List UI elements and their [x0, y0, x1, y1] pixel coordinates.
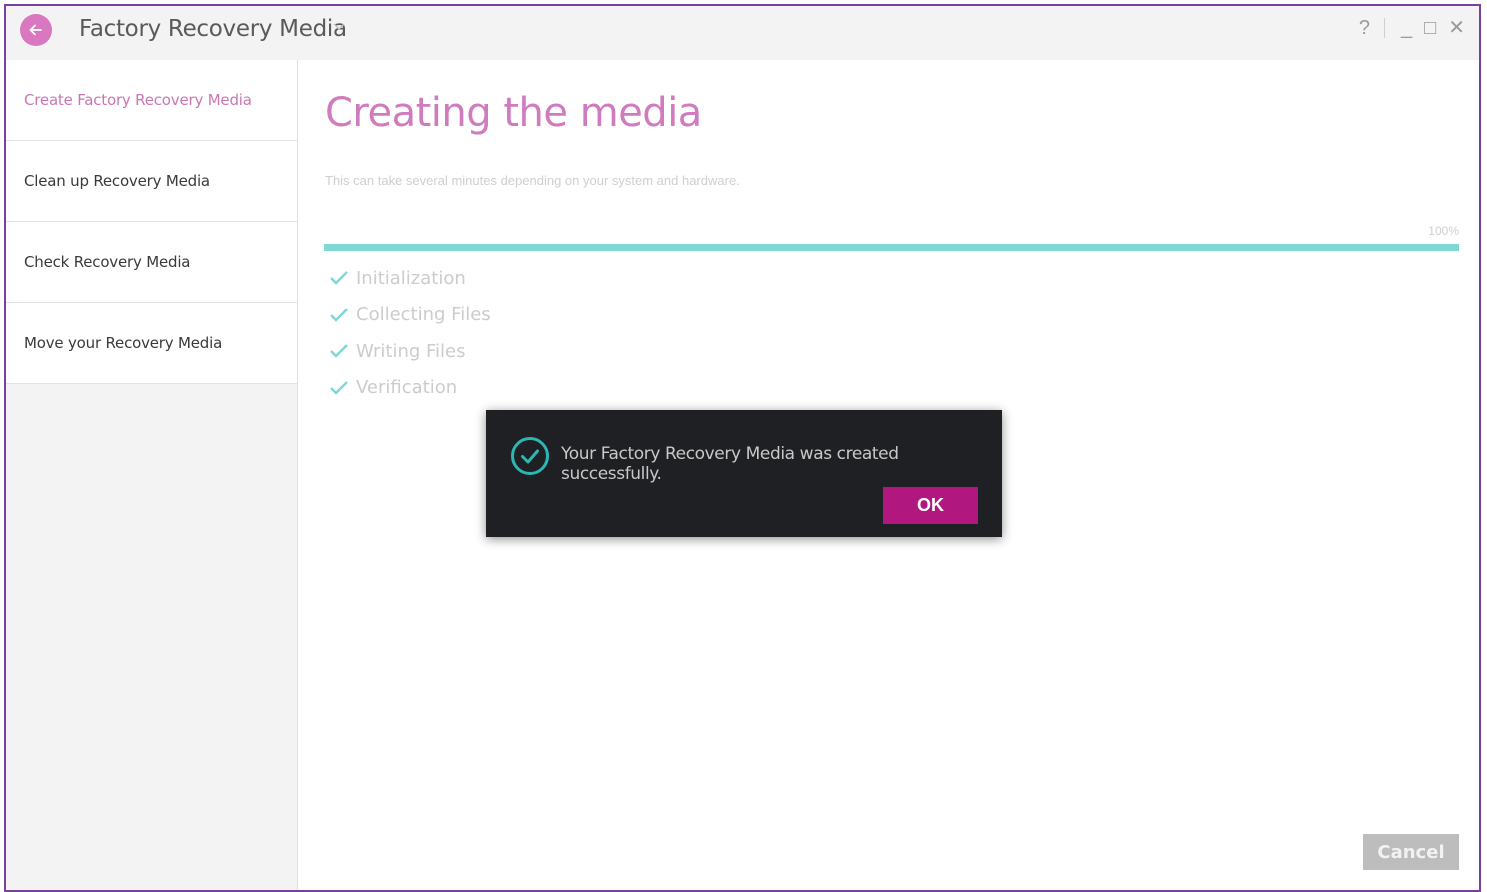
help-button[interactable]: ? [1359, 16, 1370, 40]
step-list: Initialization Collecting Files Writing … [322, 260, 491, 406]
title-bar: Factory Recovery Media ? _ □ ✕ [6, 6, 1479, 60]
step-item: Initialization [322, 260, 491, 297]
close-button[interactable]: ✕ [1448, 16, 1465, 40]
step-item: Writing Files [322, 333, 491, 370]
step-label: Initialization [356, 267, 466, 289]
maximize-button[interactable]: □ [1424, 16, 1436, 40]
app-title: Factory Recovery Media [79, 16, 347, 42]
chevron-down-icon[interactable] [332, 22, 346, 32]
checkmark-icon [330, 380, 348, 395]
checkmark-icon [330, 307, 348, 322]
controls-divider [1384, 18, 1386, 38]
step-label: Writing Files [356, 340, 466, 362]
step-item: Verification [322, 370, 491, 407]
minimize-button[interactable]: _ [1401, 16, 1412, 40]
arrow-left-icon [29, 24, 42, 36]
ok-button[interactable]: OK [883, 487, 978, 524]
sidebar-item-move[interactable]: Move your Recovery Media [6, 303, 297, 384]
progress-fill [324, 244, 1459, 251]
sidebar-item-clean-up[interactable]: Clean up Recovery Media [6, 141, 297, 222]
checkmark-icon [330, 271, 348, 285]
sidebar: Create Factory Recovery Media Clean up R… [6, 60, 298, 890]
progress-percent: 100% [1428, 224, 1459, 238]
step-label: Collecting Files [356, 304, 491, 326]
page-subtitle: This can take several minutes depending … [325, 173, 740, 188]
step-item: Collecting Files [322, 297, 491, 334]
window-controls: ? _ □ ✕ [1347, 16, 1465, 40]
progress-bar [324, 244, 1459, 251]
success-dialog: Your Factory Recovery Media was created … [486, 410, 1002, 537]
sidebar-item-check[interactable]: Check Recovery Media [6, 222, 297, 303]
checkmark-icon [330, 344, 348, 358]
cancel-button[interactable]: Cancel [1363, 834, 1459, 870]
sidebar-item-create[interactable]: Create Factory Recovery Media [6, 60, 297, 141]
check-circle-icon [511, 437, 549, 475]
step-label: Verification [356, 377, 458, 399]
dialog-message: Your Factory Recovery Media was created … [561, 444, 899, 484]
back-button[interactable] [20, 14, 52, 46]
page-title: Creating the media [325, 90, 702, 136]
